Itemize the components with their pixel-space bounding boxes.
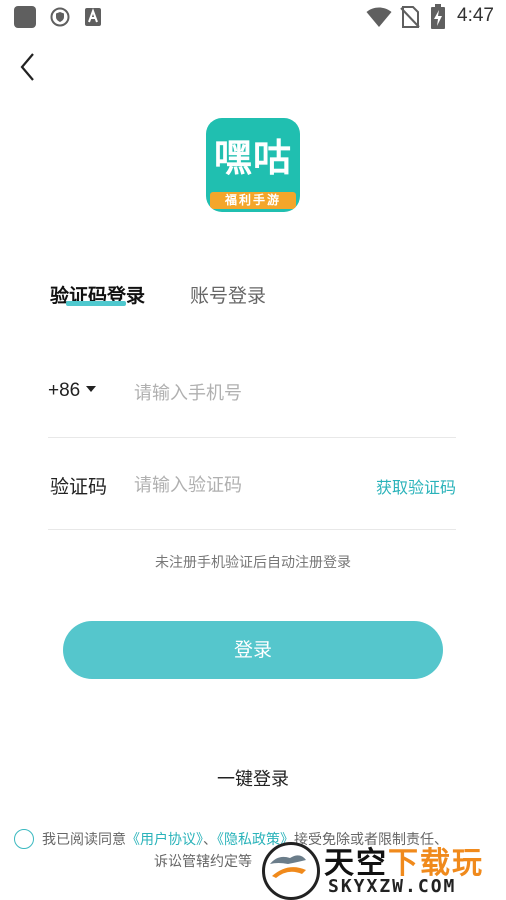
battery-charging-icon: [431, 4, 445, 29]
tab-active-indicator: [66, 301, 126, 306]
logo-ribbon: 福利手游: [210, 192, 296, 209]
tab-account-login[interactable]: 账号登录: [190, 281, 266, 308]
login-button[interactable]: 登录: [63, 621, 443, 679]
phone-input[interactable]: [134, 378, 454, 408]
wifi-icon: [366, 7, 392, 27]
watermark-en: SKYXZW.COM: [328, 876, 457, 897]
watermark: 天空下载玩 SKYXZW.COM: [258, 838, 506, 900]
logo-title: 嘿咕: [213, 136, 292, 180]
chevron-left-icon: [20, 53, 34, 81]
no-sim-icon: [400, 6, 420, 28]
back-button[interactable]: [14, 50, 44, 86]
register-hint: 未注册手机验证后自动注册登录: [155, 555, 351, 571]
caret-down-icon: [86, 385, 97, 392]
agreement-line2: 诉讼管辖约定等: [154, 854, 252, 870]
agreement-prefix: 我已阅读同意: [42, 832, 126, 848]
divider: [48, 437, 456, 438]
shield-icon: [50, 7, 70, 27]
user-agreement-link[interactable]: 《用户协议》: [126, 832, 203, 848]
status-time: 4:47: [457, 5, 494, 26]
divider: [48, 529, 456, 530]
country-code-value: +86: [48, 380, 81, 401]
agree-checkbox[interactable]: [14, 829, 34, 849]
one-key-login-button[interactable]: 一键登录: [0, 765, 506, 791]
country-code-select[interactable]: +86: [48, 380, 97, 402]
agreement-separator: 、: [203, 832, 217, 848]
watermark-logo-icon: [262, 842, 320, 900]
app-square-icon: [14, 6, 36, 28]
app-logo: 嘿咕 福利手游: [206, 118, 300, 212]
code-input[interactable]: [134, 470, 354, 500]
get-code-button[interactable]: 获取验证码: [376, 474, 456, 498]
text-a-icon: [85, 8, 101, 26]
code-label: 验证码: [50, 476, 108, 498]
status-bar: 4:47: [0, 0, 506, 34]
